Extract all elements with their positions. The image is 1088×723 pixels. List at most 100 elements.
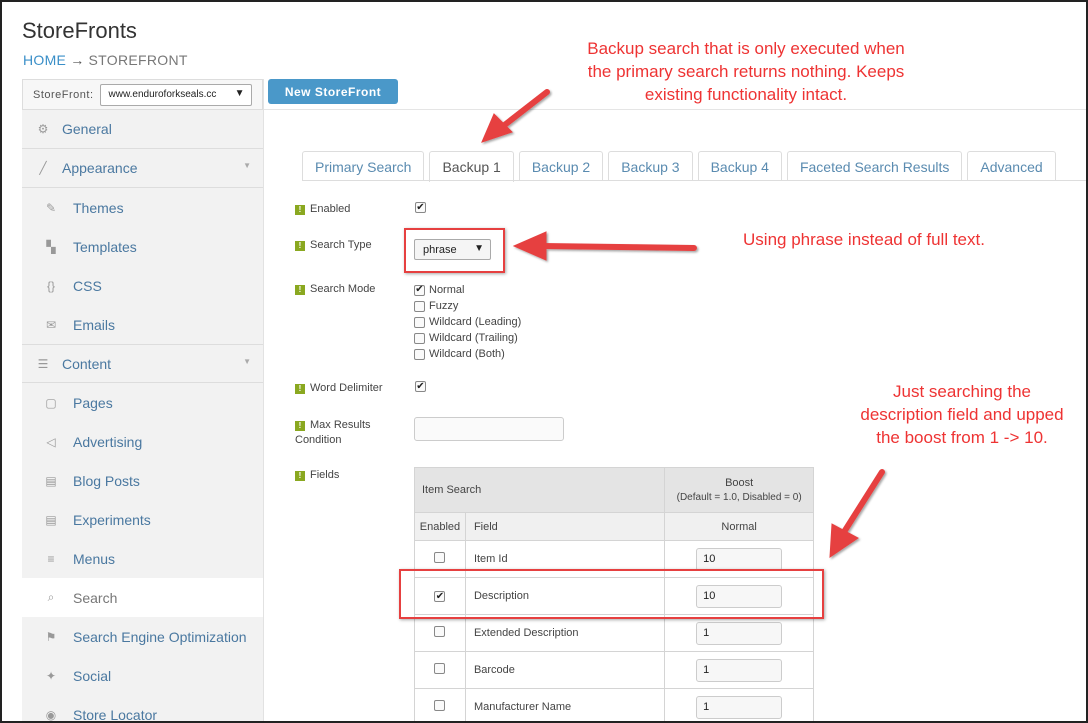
brush-icon: ╱ (39, 161, 47, 175)
max-results-input[interactable] (414, 417, 564, 441)
fields-label-text: Fields (310, 469, 340, 481)
sidebar-item-blog-posts[interactable]: ▤ Blog Posts (22, 461, 263, 500)
sidebar-item-pages[interactable]: ▢ Pages (22, 383, 263, 422)
enabled-checkbox[interactable]: ✔ (415, 202, 426, 213)
sidebar-item-label: Menus (73, 550, 116, 567)
boost-input[interactable] (696, 621, 783, 645)
sidebar-item-label: Content (62, 355, 112, 372)
field-enabled-checkbox[interactable] (434, 626, 446, 637)
search-mode-option[interactable]: Wildcard (Trailing) (414, 330, 521, 346)
megaphone-icon: ◁ (46, 434, 56, 449)
paint-icon: ✎ (45, 200, 57, 215)
tab-advanced[interactable]: Advanced (967, 151, 1056, 181)
sidebar-item-themes[interactable]: ✎ Themes (22, 188, 263, 227)
mode-label: Wildcard (Leading) (429, 316, 522, 328)
help-icon[interactable]: ! (295, 471, 305, 481)
help-icon[interactable]: ! (295, 205, 305, 215)
help-icon[interactable]: ! (295, 421, 305, 431)
mode-wildcard-leading-checkbox[interactable] (414, 316, 425, 328)
tab-backup-1[interactable]: Backup 1 (429, 151, 514, 182)
boost-input[interactable] (696, 547, 783, 571)
tab-backup-4[interactable]: Backup 4 (697, 151, 782, 181)
field-name: Barcode (464, 651, 666, 689)
list-icon: ☰ (37, 356, 49, 371)
arrow-head-backup-tab (481, 113, 513, 143)
enabled-label-text: Enabled (310, 203, 351, 215)
help-icon[interactable]: ! (295, 241, 305, 251)
annotation-backup: Backup search that is only executed when… (587, 39, 905, 104)
mode-wildcard-both-checkbox[interactable] (414, 348, 425, 360)
sidebar-item-seo[interactable]: ⚑ Search Engine Optimization (22, 617, 263, 656)
sidebar-item-templates[interactable]: ▚ Templates (22, 227, 263, 266)
table-row: Barcode (414, 651, 814, 689)
mode-wildcard-trailing-checkbox[interactable] (414, 332, 425, 344)
table-row: Extended Description (414, 614, 814, 652)
boost-input[interactable] (696, 658, 783, 682)
tab-backup-3[interactable]: Backup 3 (608, 151, 693, 181)
sidebar-item-store-locator[interactable]: ◉ Store Locator (22, 695, 263, 722)
sidebar-item-label: Appearance (62, 160, 138, 176)
arrow-to-description (841, 469, 885, 535)
document-icon: ▤ (45, 512, 57, 527)
search-mode-label: ! Search Mode (295, 282, 375, 297)
sidebar-item-content[interactable]: ☰ Content ▼ (22, 344, 263, 383)
sidebar-item-general[interactable]: ⚙ General (22, 110, 263, 149)
tab-faceted-search-results[interactable]: Faceted Search Results (786, 151, 963, 181)
mode-normal-checkbox[interactable]: ✔ (414, 284, 425, 296)
boost-header-note: (Default = 1.0, Disabled = 0) (676, 491, 802, 503)
sidebar-item-label: Search (73, 589, 118, 606)
sidebar: StoreFront: www.enduroforkseals.cc ▼ ⚙ Ge… (22, 79, 264, 722)
tab-primary-search[interactable]: Primary Search (302, 151, 425, 181)
screenshot-frame: StoreFronts HOME → STOREFRONT StoreFront: … (0, 0, 1088, 723)
sidebar-item-social[interactable]: ✦ Social (22, 656, 263, 695)
boost-input[interactable] (696, 695, 783, 719)
description-row-highlight-box (399, 569, 824, 619)
help-icon[interactable]: ! (295, 285, 305, 295)
sidebar-item-css[interactable]: {} CSS (22, 266, 263, 305)
breadcrumb-current: STOREFRONT (88, 52, 188, 68)
sidebar-item-label: Themes (73, 199, 124, 216)
sidebar-item-advertising[interactable]: ◁ Advertising (22, 422, 263, 461)
sidebar-item-search[interactable]: ⌕ Search (22, 578, 263, 617)
max-results-label-text: Max Results (310, 419, 371, 431)
mode-fuzzy-checkbox[interactable] (414, 300, 425, 312)
expand-arrow-icon: ▼ (243, 161, 251, 170)
sidebar-item-experiments[interactable]: ▤ Experiments (22, 500, 263, 539)
search-mode-options: ✔ Normal Fuzzy Wildcard (Leading) Wildcar… (414, 282, 521, 362)
sidebar-item-menus[interactable]: ≡ Menus (22, 539, 263, 578)
field-enabled-checkbox[interactable] (434, 552, 446, 563)
sidebar-item-label: Social (73, 667, 112, 684)
col-enabled-header: Enabled (414, 512, 466, 541)
search-mode-option[interactable]: Fuzzy (414, 298, 521, 314)
search-mode-option[interactable]: Wildcard (Both) (414, 346, 521, 362)
search-mode-option[interactable]: ✔ Normal (414, 282, 521, 298)
new-storefront-button[interactable]: New StoreFront (268, 79, 398, 104)
sidebar-item-emails[interactable]: ✉ Emails (22, 305, 263, 344)
help-icon[interactable]: ! (295, 384, 305, 394)
sidebar-item-label: Templates (73, 238, 137, 255)
field-enabled-checkbox[interactable] (434, 663, 446, 674)
search-mode-option[interactable]: Wildcard (Leading) (414, 314, 521, 330)
caret-down-icon: ▼ (231, 87, 245, 99)
sidebar-item-appearance[interactable]: ╱ Appearance ▼ (22, 149, 263, 188)
field-enabled-checkbox[interactable] (434, 700, 446, 711)
location-icon: ◉ (45, 707, 57, 722)
tab-backup-2[interactable]: Backup 2 (518, 151, 604, 181)
word-delimiter-label-text: Word Delimiter (310, 382, 383, 394)
mode-label: Normal (429, 284, 465, 296)
sidebar-item-label: Blog Posts (73, 472, 140, 489)
templates-icon: ▚ (46, 239, 56, 254)
arrow-head-description (829, 523, 859, 558)
max-results-label-text-2: Condition (295, 434, 342, 446)
storefront-label: StoreFront: (33, 88, 94, 101)
mode-label: Wildcard (Both) (429, 348, 505, 360)
storefront-select[interactable]: www.enduroforkseals.cc ▼ (99, 83, 252, 106)
breadcrumb-home[interactable]: HOME (23, 52, 66, 68)
search-type-label: ! Search Type (295, 238, 372, 253)
boost-header: Boost (Default = 1.0, Disabled = 0) (664, 467, 814, 513)
search-type-highlight-box (404, 228, 505, 273)
word-delimiter-checkbox[interactable]: ✔ (415, 381, 426, 392)
breadcrumb: HOME → STOREFRONT (23, 52, 188, 68)
sidebar-item-label: Search Engine Optimization (73, 628, 247, 645)
boost-header-title: Boost (725, 476, 754, 489)
